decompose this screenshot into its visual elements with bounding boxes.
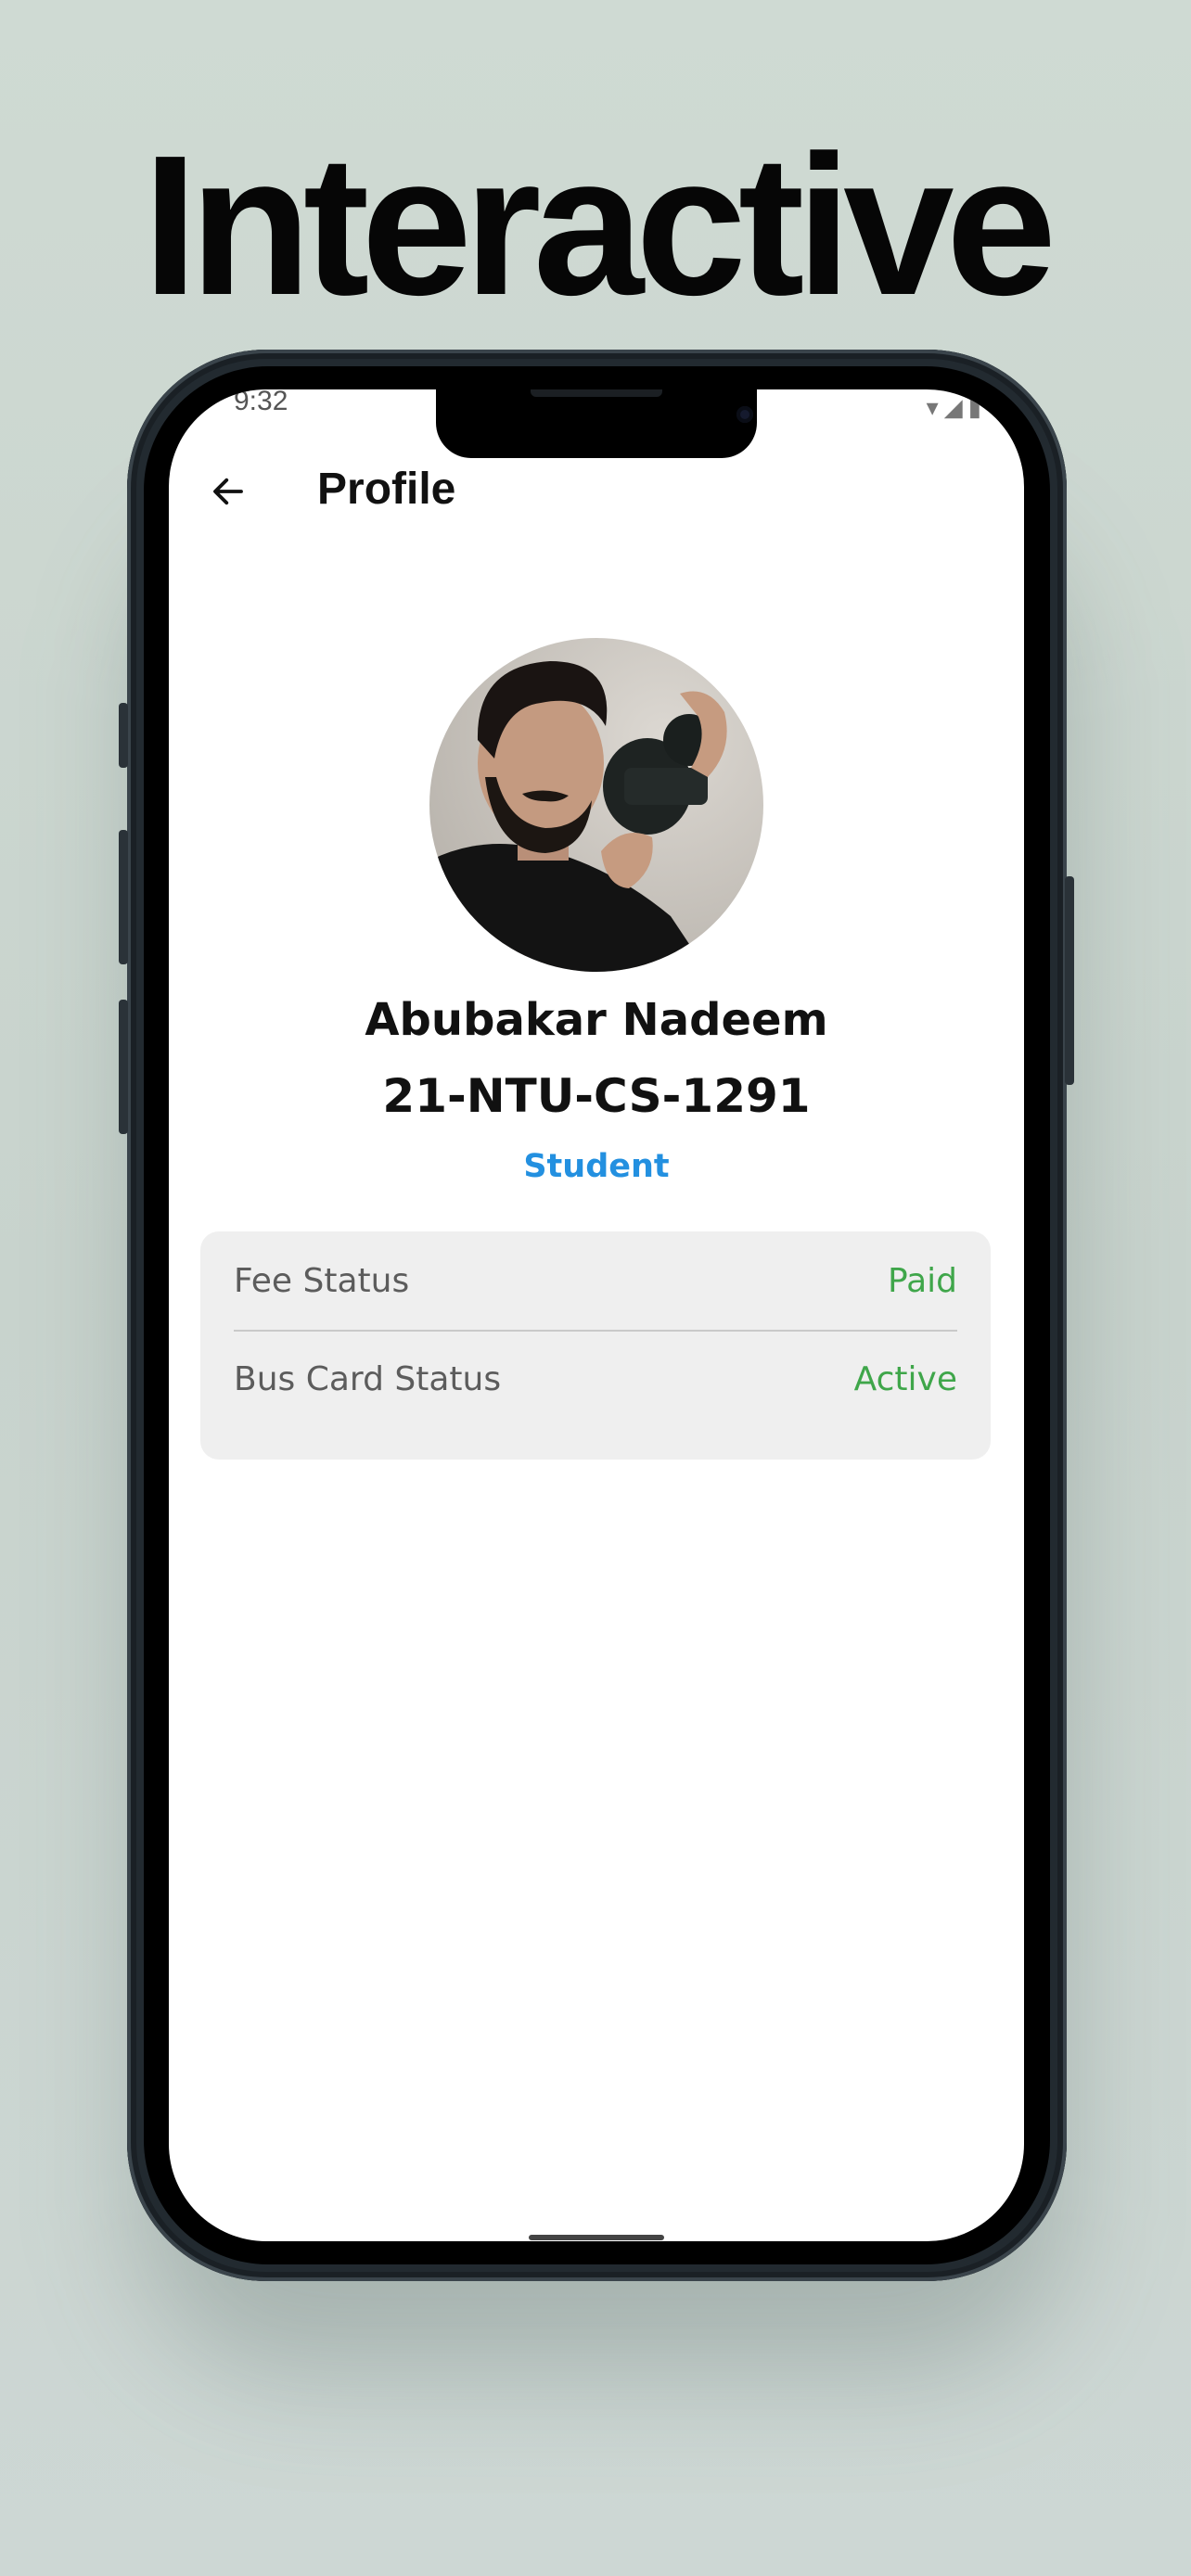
status-time: 9:32 (234, 389, 288, 416)
side-button-mute (119, 703, 128, 768)
fee-status-value: Paid (887, 1261, 957, 1300)
bus-card-status-row: Bus Card Status Active (234, 1330, 957, 1428)
fee-status-label: Fee Status (234, 1261, 410, 1300)
profile-avatar[interactable] (429, 638, 763, 972)
front-camera (736, 406, 753, 423)
battery-icon: ▮ (967, 393, 987, 421)
side-button-volume-up (119, 830, 128, 964)
fee-status-row: Fee Status Paid (234, 1231, 957, 1332)
avatar-image (429, 638, 763, 972)
bus-card-status-label: Bus Card Status (234, 1359, 502, 1398)
status-icons: ▾◢▮ (927, 393, 987, 422)
back-button[interactable] (204, 467, 252, 516)
marketing-headline: Interactive (142, 113, 1057, 337)
bus-card-status-value: Active (853, 1359, 957, 1398)
profile-roll-number: 21-NTU-CS-1291 (382, 1069, 811, 1123)
profile-role: Student (523, 1148, 670, 1185)
app-bar: Profile (169, 445, 1024, 538)
profile-name: Abubakar Nadeem (365, 994, 828, 1046)
status-card: Fee Status Paid Bus Card Status Active (200, 1231, 991, 1460)
page-title: Profile (317, 465, 456, 514)
side-button-volume-down (119, 1000, 128, 1134)
home-indicator[interactable] (529, 2235, 664, 2240)
phone-screen: 9:32 ▾◢▮ Profile Abubakar Nadeem 21-NTU-… (169, 389, 1024, 2241)
side-button-power (1065, 876, 1074, 1085)
signal-icon: ◢ (943, 393, 968, 421)
earpiece-speaker (531, 389, 662, 397)
wifi-icon: ▾ (926, 393, 944, 421)
arrow-left-icon (213, 478, 243, 505)
